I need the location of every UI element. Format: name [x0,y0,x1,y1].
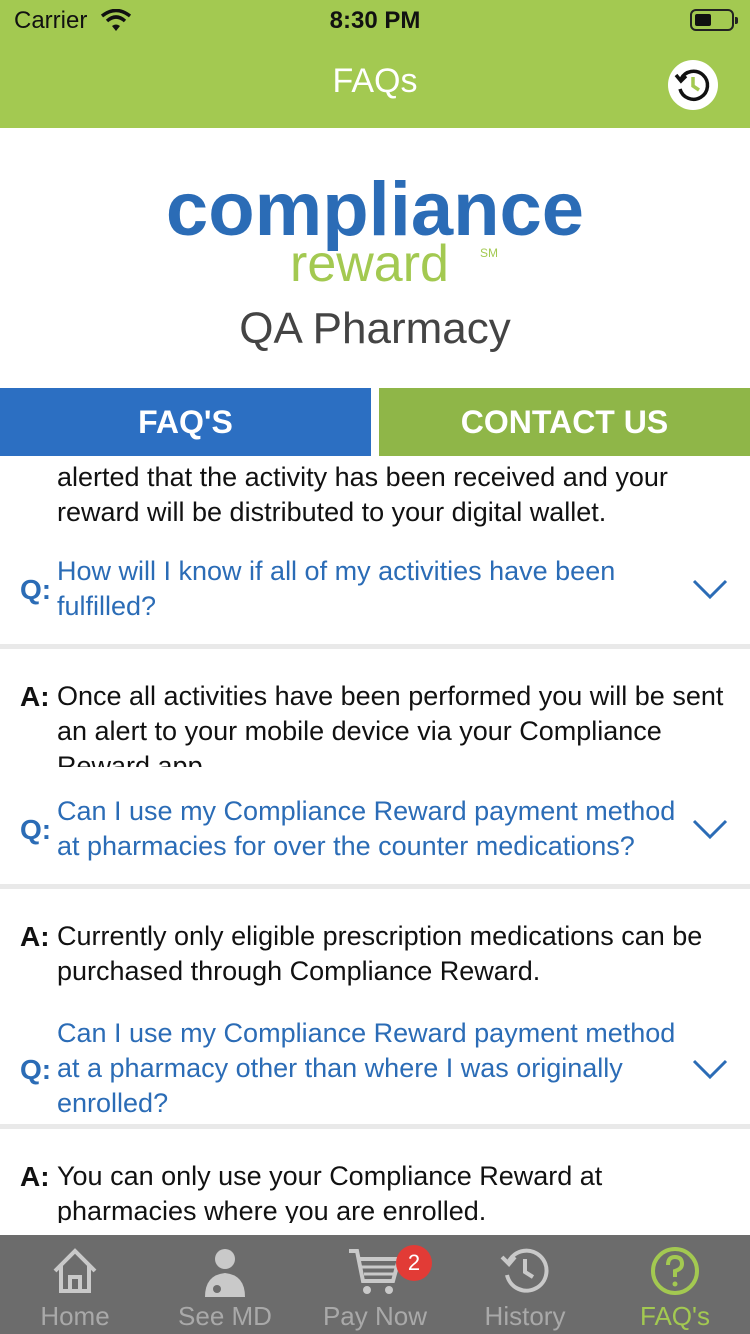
history-icon [674,69,710,102]
faq-answer: A: Once all activities have been perform… [20,681,724,767]
tabbar-item-see-md[interactable]: See MD [150,1235,300,1334]
doctor-icon [205,1249,245,1297]
logo-subword: reward [290,235,449,293]
faq-list[interactable]: alerted that the activity has been recei… [0,456,750,1235]
nav-header: Carrier 8:30 PM FAQs [0,0,750,128]
chevron-down-icon[interactable] [692,578,728,600]
divider [0,644,750,649]
divider [0,1124,750,1129]
status-bar: Carrier 8:30 PM [0,0,750,40]
page-title: FAQs [332,62,418,100]
history-icon [500,1248,549,1293]
bottom-tab-bar: Home See MD Pay Now History FAQ's [0,1235,750,1334]
divider [0,884,750,889]
tab-faqs[interactable]: FAQ'S [0,388,371,456]
history-button[interactable] [668,60,718,110]
compliance-reward-logo: compliance reward SM [0,170,750,293]
faq-answer: A: You can only use your Compliance Rewa… [20,1161,603,1223]
faq-answer: alerted that the activity has been recei… [57,462,668,527]
tabbar-item-history[interactable]: History [450,1235,600,1334]
tab-contact-us[interactable]: CONTACT US [379,388,750,456]
cart-count-badge: 2 [396,1245,432,1281]
question-icon [651,1247,699,1295]
clock-time: 8:30 PM [329,7,421,34]
tabbar-item-faqs[interactable]: FAQ's [600,1235,750,1334]
battery-icon [690,9,738,31]
logo-service-mark: SM [480,246,498,260]
chevron-down-icon[interactable] [692,1058,728,1080]
cart-icon [349,1249,402,1294]
chevron-down-icon[interactable] [692,818,728,840]
home-icon [53,1248,97,1293]
tabbar-item-pay-now[interactable]: Pay Now [300,1235,450,1334]
pharmacy-name: QA Pharmacy [239,304,511,353]
tabbar-item-home[interactable]: Home [0,1235,150,1334]
faq-answer: A: Currently only eligible prescription … [20,921,703,986]
